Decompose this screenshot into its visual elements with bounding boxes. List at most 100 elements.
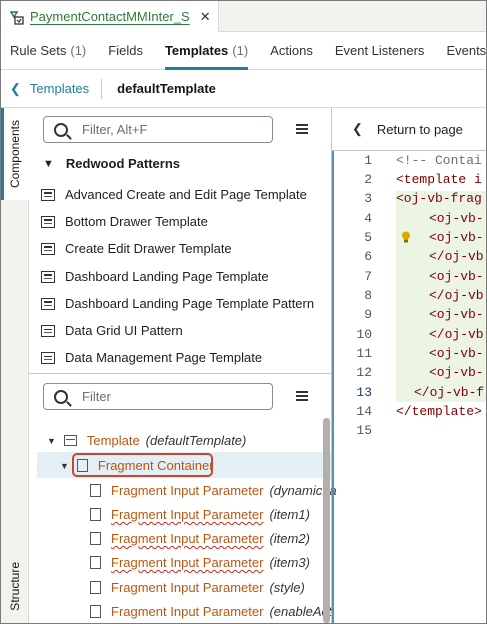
return-to-page-button[interactable]: ❮ Return to page bbox=[332, 108, 486, 151]
line-number-active: 13 bbox=[356, 385, 372, 400]
file-tab-name: PaymentContactMMInter_S bbox=[30, 9, 190, 24]
tab-label: Events bbox=[446, 43, 487, 58]
line-number: 2 bbox=[364, 172, 372, 187]
panel-divider bbox=[29, 373, 332, 374]
breadcrumb-templates-link[interactable]: Templates bbox=[30, 81, 89, 96]
grid-icon bbox=[41, 324, 55, 337]
tree-node-detail: (defaultTemplate) bbox=[145, 433, 247, 448]
file-tab[interactable]: PaymentContactMMInter_S ✕ bbox=[1, 1, 219, 32]
file-tab-strip: PaymentContactMMInter_S ✕ bbox=[1, 1, 486, 32]
chevron-left-icon[interactable]: ❮ bbox=[10, 81, 21, 97]
code-area[interactable]: 1 2 3 4 5 6 7 8 9 10 11 12 13 14 15 <!--… bbox=[332, 151, 486, 623]
tree-node-label: Fragment Input Parameter bbox=[111, 531, 264, 546]
tab-label: Templates bbox=[164, 43, 229, 58]
rail-tab-label: Structure bbox=[8, 562, 22, 611]
code-line: <oj-vb- bbox=[429, 365, 484, 380]
component-item[interactable]: Bottom Drawer Template bbox=[41, 214, 208, 229]
template-icon bbox=[41, 270, 55, 283]
tree-node-label: Fragment Input Parameter bbox=[111, 604, 264, 619]
tab-label: Actions bbox=[270, 43, 313, 58]
component-item[interactable]: Data Management Page Template bbox=[41, 350, 262, 365]
line-number: 7 bbox=[364, 269, 372, 284]
tab-count: (1) bbox=[70, 43, 87, 58]
line-number: 5 bbox=[364, 230, 372, 245]
rail-tab-components[interactable]: Components bbox=[1, 108, 29, 200]
component-item[interactable]: Data Grid UI Pattern bbox=[41, 323, 183, 338]
return-label: Return to page bbox=[376, 121, 463, 137]
line-number: 4 bbox=[364, 211, 372, 226]
component-label: Dashboard Landing Page Template bbox=[65, 269, 269, 284]
lightbulb-icon[interactable] bbox=[401, 231, 411, 243]
tree-node-param[interactable]: Fragment Input Parameter (dynamicLa bbox=[90, 483, 337, 498]
tab-actions[interactable]: Actions bbox=[259, 32, 324, 70]
component-group-header[interactable]: ▼ Redwood Patterns bbox=[43, 156, 180, 171]
component-label: Data Management Page Template bbox=[65, 350, 263, 365]
tab-event-listeners[interactable]: Event Listeners bbox=[324, 32, 436, 70]
template-icon bbox=[41, 215, 55, 228]
line-number: 10 bbox=[356, 327, 372, 342]
code-line: <oj-vb- bbox=[429, 307, 484, 322]
tree-node-detail: (item3) bbox=[269, 555, 310, 570]
close-tab-icon[interactable]: ✕ bbox=[200, 9, 211, 25]
tree-node-label: Template bbox=[86, 433, 140, 448]
component-item[interactable]: Dashboard Landing Page Template bbox=[41, 269, 269, 284]
tab-label: Fields bbox=[108, 43, 143, 58]
tree-node-param[interactable]: Fragment Input Parameter (item2) bbox=[90, 531, 310, 546]
tree-node-param[interactable]: Fragment Input Parameter (item1) bbox=[90, 507, 310, 522]
line-number: 3 bbox=[364, 191, 372, 206]
code-line: <oj-vb- bbox=[429, 211, 484, 226]
rail-tab-structure[interactable]: Structure bbox=[1, 548, 29, 623]
code-line: </template> bbox=[396, 404, 482, 419]
component-label: Data Grid UI Pattern bbox=[65, 323, 183, 338]
line-number: 8 bbox=[364, 288, 372, 303]
tab-fields[interactable]: Fields bbox=[97, 32, 154, 70]
parameter-icon bbox=[90, 605, 101, 618]
tab-rule-sets[interactable]: Rule Sets (1) bbox=[1, 32, 97, 70]
designer-window: PaymentContactMMInter_S ✕ Rule Sets (1) F… bbox=[0, 0, 487, 624]
structure-search-input[interactable] bbox=[82, 389, 252, 404]
line-number: 11 bbox=[356, 346, 372, 361]
parameter-icon bbox=[90, 508, 101, 521]
tree-node-template[interactable]: ▼ Template (defaultTemplate) bbox=[47, 433, 246, 448]
grid-icon bbox=[41, 351, 55, 364]
search-icon bbox=[54, 389, 68, 404]
component-item[interactable]: Advanced Create and Edit Page Template bbox=[41, 187, 307, 202]
chevron-left-icon: ❮ bbox=[352, 121, 363, 136]
breadcrumb-separator bbox=[101, 78, 103, 99]
tree-node-detail: (item2) bbox=[269, 531, 310, 546]
code-line: </oj-vb bbox=[429, 288, 484, 303]
caret-down-icon: ▼ bbox=[47, 435, 56, 446]
components-panel: ▼ Redwood Patterns Advanced Create and E… bbox=[29, 108, 337, 623]
tab-count: (1) bbox=[232, 43, 249, 58]
tree-node-label: Fragment Input Parameter bbox=[111, 507, 264, 522]
tree-node-detail: (style) bbox=[269, 580, 305, 595]
component-label: Create Edit Drawer Template bbox=[65, 241, 232, 256]
tree-node-param[interactable]: Fragment Input Parameter (style) bbox=[90, 580, 305, 595]
tree-node-param[interactable]: Fragment Input Parameter (enableAct bbox=[90, 604, 332, 619]
tab-events[interactable]: Events bbox=[435, 32, 487, 70]
search-icon bbox=[54, 122, 68, 137]
structure-search[interactable] bbox=[43, 383, 273, 410]
menu-icon[interactable] bbox=[296, 124, 308, 134]
parameter-icon bbox=[90, 532, 101, 545]
menu-icon[interactable] bbox=[296, 391, 308, 401]
template-icon bbox=[63, 435, 77, 446]
line-number: 15 bbox=[356, 423, 372, 438]
line-number: 14 bbox=[356, 404, 372, 419]
code-line: <oj-vb- bbox=[429, 346, 484, 361]
rail-tab-label: Components bbox=[7, 119, 22, 189]
component-label: Advanced Create and Edit Page Template bbox=[65, 187, 307, 202]
components-search-input[interactable] bbox=[82, 122, 252, 137]
tab-label: Event Listeners bbox=[334, 43, 425, 58]
tab-templates[interactable]: Templates (1) bbox=[154, 32, 259, 70]
component-item[interactable]: Create Edit Drawer Template bbox=[41, 241, 232, 256]
template-icon bbox=[41, 242, 55, 255]
template-icon bbox=[41, 188, 55, 201]
parameter-icon bbox=[90, 484, 101, 497]
structure-scrollbar[interactable] bbox=[323, 418, 330, 623]
tree-node-param[interactable]: Fragment Input Parameter (item3) bbox=[90, 555, 310, 570]
component-item[interactable]: Dashboard Landing Page Template Pattern bbox=[41, 296, 314, 311]
editor-subtabs: Rule Sets (1) Fields Templates (1) Actions… bbox=[1, 32, 486, 70]
code-editor: ❮ Return to page 1 2 3 4 5 6 7 8 9 10 11… bbox=[332, 108, 486, 623]
components-search[interactable] bbox=[43, 116, 273, 143]
